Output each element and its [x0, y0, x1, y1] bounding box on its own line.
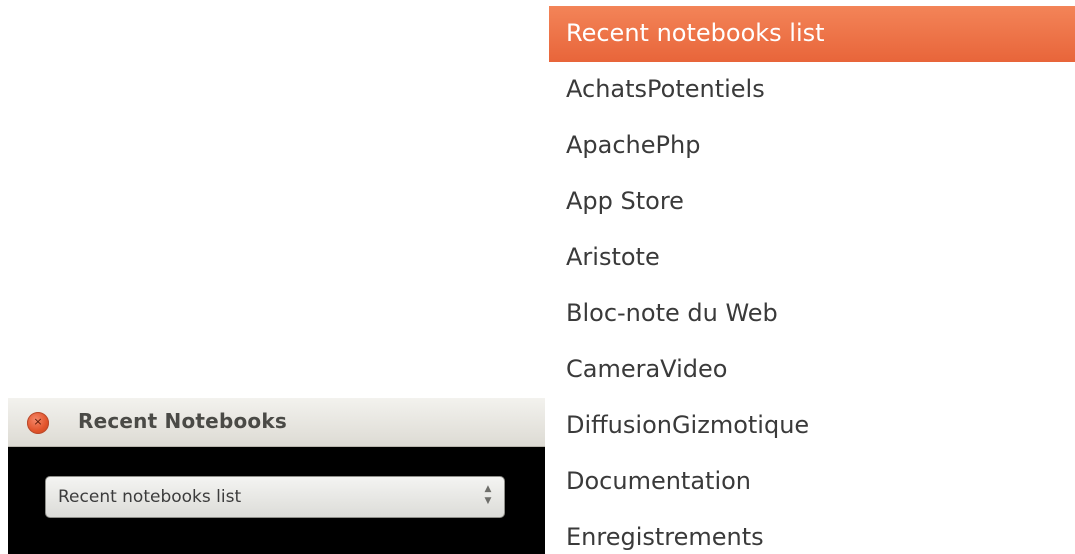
- arrow-down-icon: ▼: [484, 496, 492, 506]
- dropdown-item[interactable]: Bloc-note du Web: [549, 286, 1075, 342]
- dropdown-item-label: Recent notebooks list: [566, 19, 825, 47]
- dropdown-item-label: App Store: [566, 187, 684, 215]
- dropdown-item[interactable]: Enregistrements: [549, 510, 1075, 554]
- dropdown-item[interactable]: CameraVideo: [549, 342, 1075, 398]
- dialog-content: Recent notebooks list ▲ ▼: [8, 447, 545, 554]
- screen: × Recent Notebooks Recent notebooks list…: [0, 0, 1075, 554]
- dropdown-item-label: CameraVideo: [566, 355, 728, 383]
- close-icon: ×: [33, 415, 43, 428]
- combobox-selected-value: Recent notebooks list: [58, 487, 242, 507]
- dropdown-item[interactable]: AchatsPotentiels: [549, 62, 1075, 118]
- recent-notebooks-combobox[interactable]: Recent notebooks list ▲ ▼: [45, 476, 505, 518]
- dropdown-item[interactable]: DiffusionGizmotique: [549, 398, 1075, 454]
- window-titlebar: × Recent Notebooks: [8, 398, 545, 447]
- recent-notebooks-dialog: × Recent Notebooks Recent notebooks list…: [8, 398, 545, 554]
- dropdown-item[interactable]: Documentation: [549, 454, 1075, 510]
- arrow-up-icon: ▲: [484, 484, 492, 494]
- dropdown-item-label: Enregistrements: [566, 523, 764, 551]
- dropdown-item-label: ApachePhp: [566, 131, 701, 159]
- notebooks-dropdown-list: Recent notebooks list AchatsPotentiels A…: [549, 6, 1075, 554]
- window-title: Recent Notebooks: [78, 409, 287, 433]
- dropdown-item[interactable]: ApachePhp: [549, 118, 1075, 174]
- dropdown-item-label: AchatsPotentiels: [566, 75, 765, 103]
- dropdown-item-label: Documentation: [566, 467, 752, 495]
- dropdown-item-label: Aristote: [566, 243, 660, 271]
- combobox-arrows-icon: ▲ ▼: [481, 483, 495, 511]
- dropdown-item-label: DiffusionGizmotique: [566, 411, 810, 439]
- dropdown-item-label: Bloc-note du Web: [566, 299, 778, 327]
- dropdown-item-highlighted[interactable]: Recent notebooks list: [549, 6, 1075, 62]
- close-button[interactable]: ×: [27, 412, 49, 434]
- dropdown-item[interactable]: Aristote: [549, 230, 1075, 286]
- dropdown-item[interactable]: App Store: [549, 174, 1075, 230]
